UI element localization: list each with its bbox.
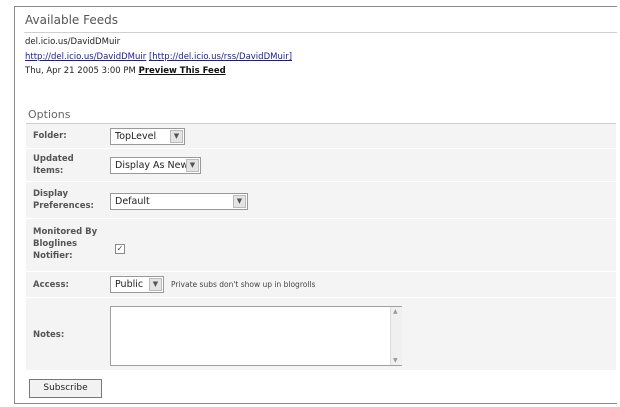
display-preferences-label-line2: Preferences: bbox=[33, 201, 94, 211]
feed-links: http://del.icio.us/DavidDMuir [http://de… bbox=[25, 52, 292, 62]
monitored-label-line2: Bloglines bbox=[33, 239, 78, 249]
monitored-label-line1: Monitored By bbox=[33, 227, 98, 237]
feed-date-line: Thu, Apr 21 2005 3:00 PM Preview This Fe… bbox=[25, 66, 226, 76]
subscribe-button[interactable]: Subscribe bbox=[29, 379, 102, 398]
chevron-down-icon: ▼ bbox=[170, 130, 183, 143]
folder-label: Folder: bbox=[33, 131, 67, 141]
updated-items-select[interactable]: Display As New ▼ bbox=[110, 157, 201, 174]
notes-textarea[interactable] bbox=[110, 306, 402, 366]
updated-items-label-line2: Items: bbox=[33, 166, 64, 176]
notes-row: Notes: ▲ ▼ bbox=[26, 298, 616, 371]
feed-name: del.icio.us/DavidDMuir bbox=[25, 37, 121, 47]
access-select-value: Public bbox=[115, 279, 144, 290]
arrow-up-icon[interactable]: ▲ bbox=[393, 308, 398, 315]
access-row: Access: Public ▼ Private subs don't show… bbox=[26, 272, 616, 298]
options-title: Options bbox=[28, 108, 71, 121]
display-preferences-label: Display Preferences: bbox=[33, 188, 94, 212]
folder-select[interactable]: TopLevel ▼ bbox=[110, 128, 185, 145]
updated-items-label: Updated Items: bbox=[33, 153, 74, 177]
folder-row: Folder: TopLevel ▼ bbox=[26, 124, 616, 149]
updated-items-row: Updated Items: Display As New ▼ bbox=[26, 149, 616, 182]
panel-title: Available Feeds bbox=[25, 13, 119, 27]
notes-label: Notes: bbox=[33, 330, 65, 340]
monitored-row: Monitored By Bloglines Notifier: ✓ bbox=[26, 219, 616, 272]
feed-rss-link[interactable]: [http://del.icio.us/rss/DavidDMuir] bbox=[149, 52, 292, 62]
monitored-label: Monitored By Bloglines Notifier: bbox=[33, 226, 97, 262]
feed-date: Thu, Apr 21 2005 3:00 PM bbox=[25, 66, 136, 76]
updated-items-select-value: Display As New bbox=[115, 160, 189, 171]
folder-select-value: TopLevel bbox=[115, 131, 157, 142]
chevron-down-icon: ▼ bbox=[186, 159, 199, 172]
display-preferences-select-value: Default bbox=[115, 196, 150, 207]
chevron-down-icon: ▼ bbox=[149, 278, 162, 291]
access-select[interactable]: Public ▼ bbox=[110, 276, 164, 293]
display-preferences-label-line1: Display bbox=[33, 189, 69, 199]
display-preferences-row: Display Preferences: Default ▼ bbox=[26, 182, 616, 219]
preview-feed-link[interactable]: Preview This Feed bbox=[139, 66, 226, 76]
display-preferences-select[interactable]: Default ▼ bbox=[110, 193, 248, 210]
chevron-down-icon: ▼ bbox=[233, 195, 246, 208]
arrow-down-icon[interactable]: ▼ bbox=[393, 357, 398, 364]
updated-items-label-line1: Updated bbox=[33, 154, 74, 164]
monitored-label-line3: Notifier: bbox=[33, 251, 73, 261]
notes-scrollbar[interactable]: ▲ ▼ bbox=[390, 307, 402, 365]
access-label: Access: bbox=[33, 280, 69, 290]
access-note: Private subs don't show up in blogrolls bbox=[171, 280, 316, 289]
monitored-checkbox[interactable]: ✓ bbox=[115, 244, 125, 254]
title-divider bbox=[24, 32, 617, 33]
feed-site-link[interactable]: http://del.icio.us/DavidDMuir bbox=[25, 52, 146, 62]
